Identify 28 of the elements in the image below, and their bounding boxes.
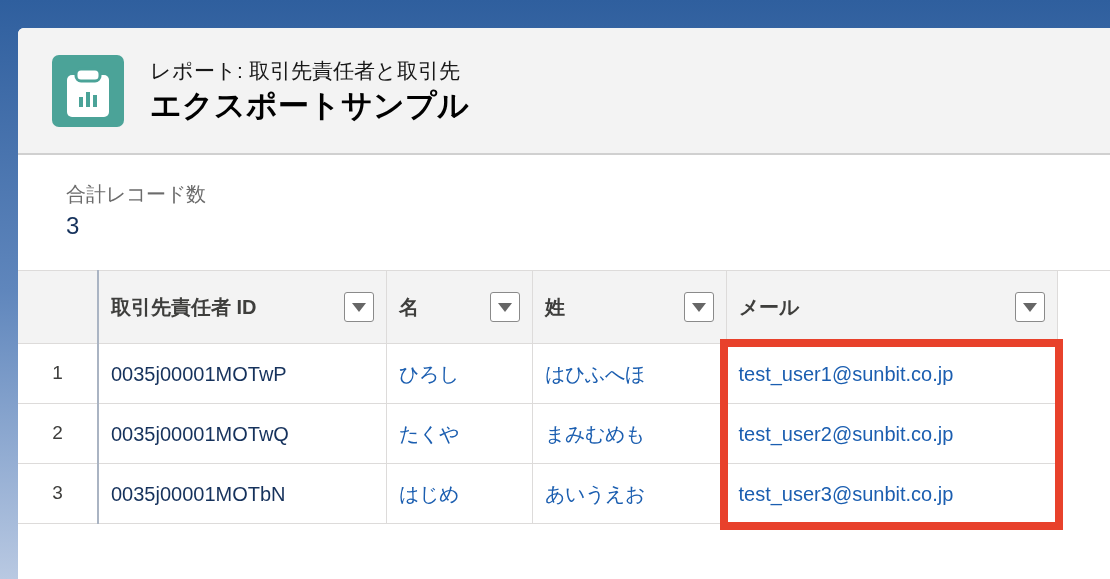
column-header: 姓	[532, 270, 726, 344]
report-icon	[52, 54, 124, 127]
caret-icon	[1022, 302, 1037, 312]
first-name-link[interactable]: はじめ	[398, 482, 459, 505]
record-id: 0035j00001MOTbN	[111, 482, 286, 505]
caret-icon	[351, 302, 366, 312]
first-name-link[interactable]: たくや	[398, 422, 459, 445]
summary-label: 合計レコード数	[66, 182, 206, 207]
column-menu-button[interactable]	[1014, 292, 1045, 322]
column-header: 取引先責任者 ID	[98, 270, 386, 344]
column-menu-button[interactable]	[343, 292, 374, 322]
last-name-link[interactable]: あいうえお	[544, 482, 645, 505]
record-id: 0035j00001MOTwQ	[111, 422, 289, 445]
record-id: 0035j00001MOTwP	[111, 362, 287, 385]
caret-icon	[497, 302, 512, 312]
summary-value: 3	[66, 211, 80, 241]
last-name-link[interactable]: はひふへほ	[544, 362, 645, 385]
report-title: エクスポートサンプル	[150, 86, 469, 125]
first-name-link[interactable]: ひろし	[398, 362, 459, 385]
column-menu-button[interactable]	[683, 292, 714, 322]
row-number: 3	[18, 463, 98, 524]
column-header: 名	[386, 270, 532, 344]
caret-icon	[691, 302, 706, 312]
column-menu-button[interactable]	[489, 292, 520, 322]
row-number: 1	[18, 343, 98, 404]
row-number: 2	[18, 403, 98, 464]
last-name-link[interactable]: まみむめも	[544, 422, 645, 445]
report-type: レポート: 取引先責任者と取引先	[150, 57, 461, 84]
